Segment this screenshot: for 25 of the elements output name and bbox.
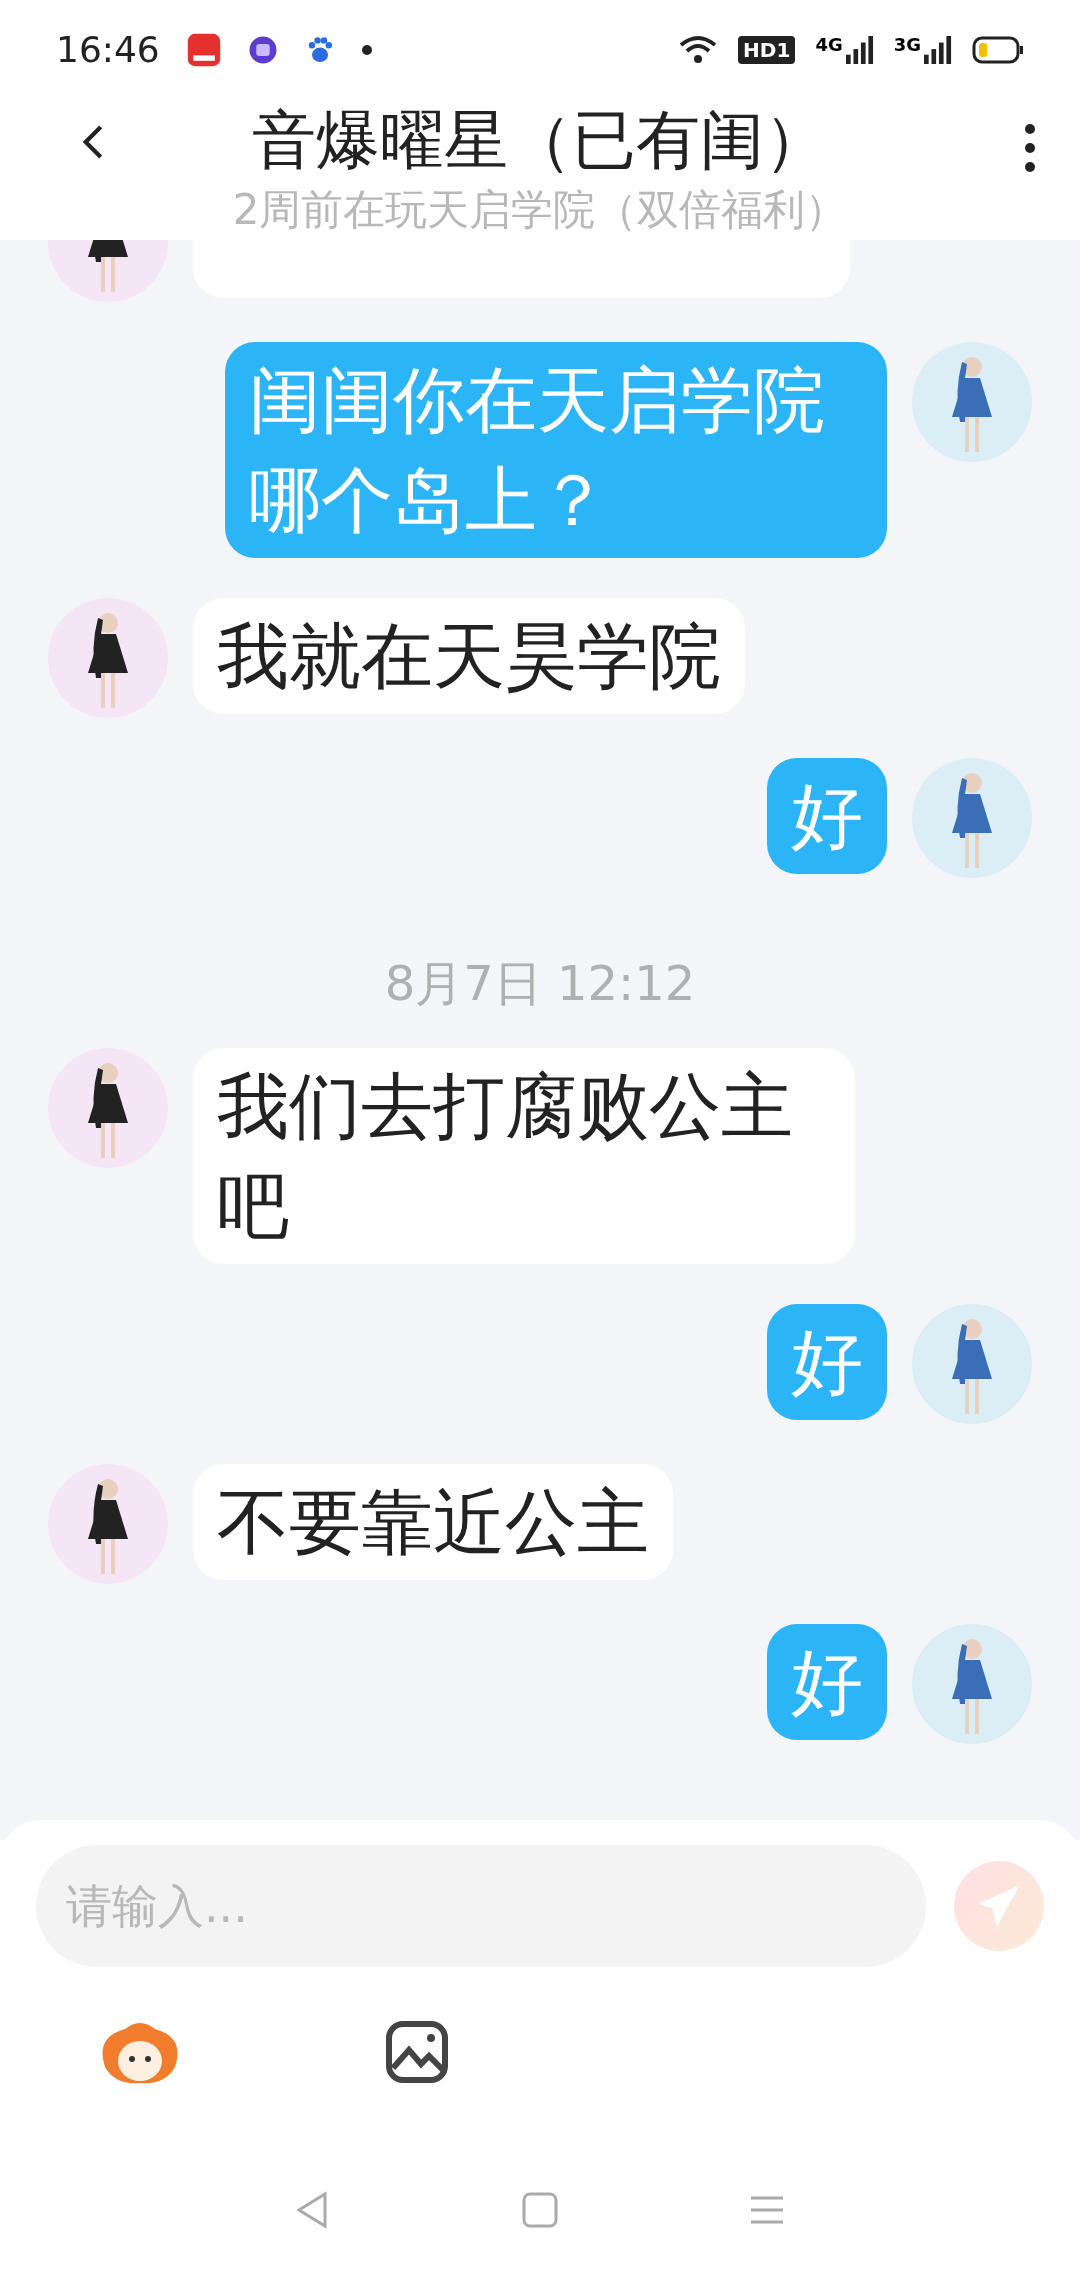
app-icon	[247, 35, 278, 65]
message-bubble: 不要靠近公主	[193, 1464, 673, 1580]
battery-icon	[972, 36, 1024, 64]
message-bubble: 闺闺你在天启学院哪个岛上？	[225, 342, 887, 558]
message-bubble: 我们去打腐败公主吧	[193, 1048, 855, 1264]
wifi-icon	[678, 35, 719, 65]
message-bubble: 好	[767, 758, 887, 874]
signal-icon	[924, 35, 952, 65]
message-bubble: 好	[767, 1624, 887, 1740]
timestamp: 8月7日 12:12	[384, 958, 696, 1008]
more-icon	[1024, 123, 1036, 173]
image-icon[interactable]	[385, 2020, 449, 2084]
hd-badge: HD1	[738, 36, 796, 64]
dot-icon	[361, 45, 372, 55]
chat-title: 音爆曜星（已有闺）	[252, 102, 828, 179]
chat-subtitle: 2周前在玩天启学院（双倍福利）	[232, 184, 848, 236]
message-input[interactable]: 请输入...	[36, 1845, 926, 1967]
message-bubble: 我就在天昊学院	[193, 598, 745, 714]
network-label: 4G	[815, 35, 843, 55]
network-label: 3G	[893, 35, 921, 55]
send-icon	[976, 1883, 1022, 1929]
app-icon	[185, 32, 222, 68]
signal-icon	[845, 35, 874, 65]
message-bubble: 好	[767, 1304, 887, 1420]
clock: 16:46	[56, 28, 160, 72]
